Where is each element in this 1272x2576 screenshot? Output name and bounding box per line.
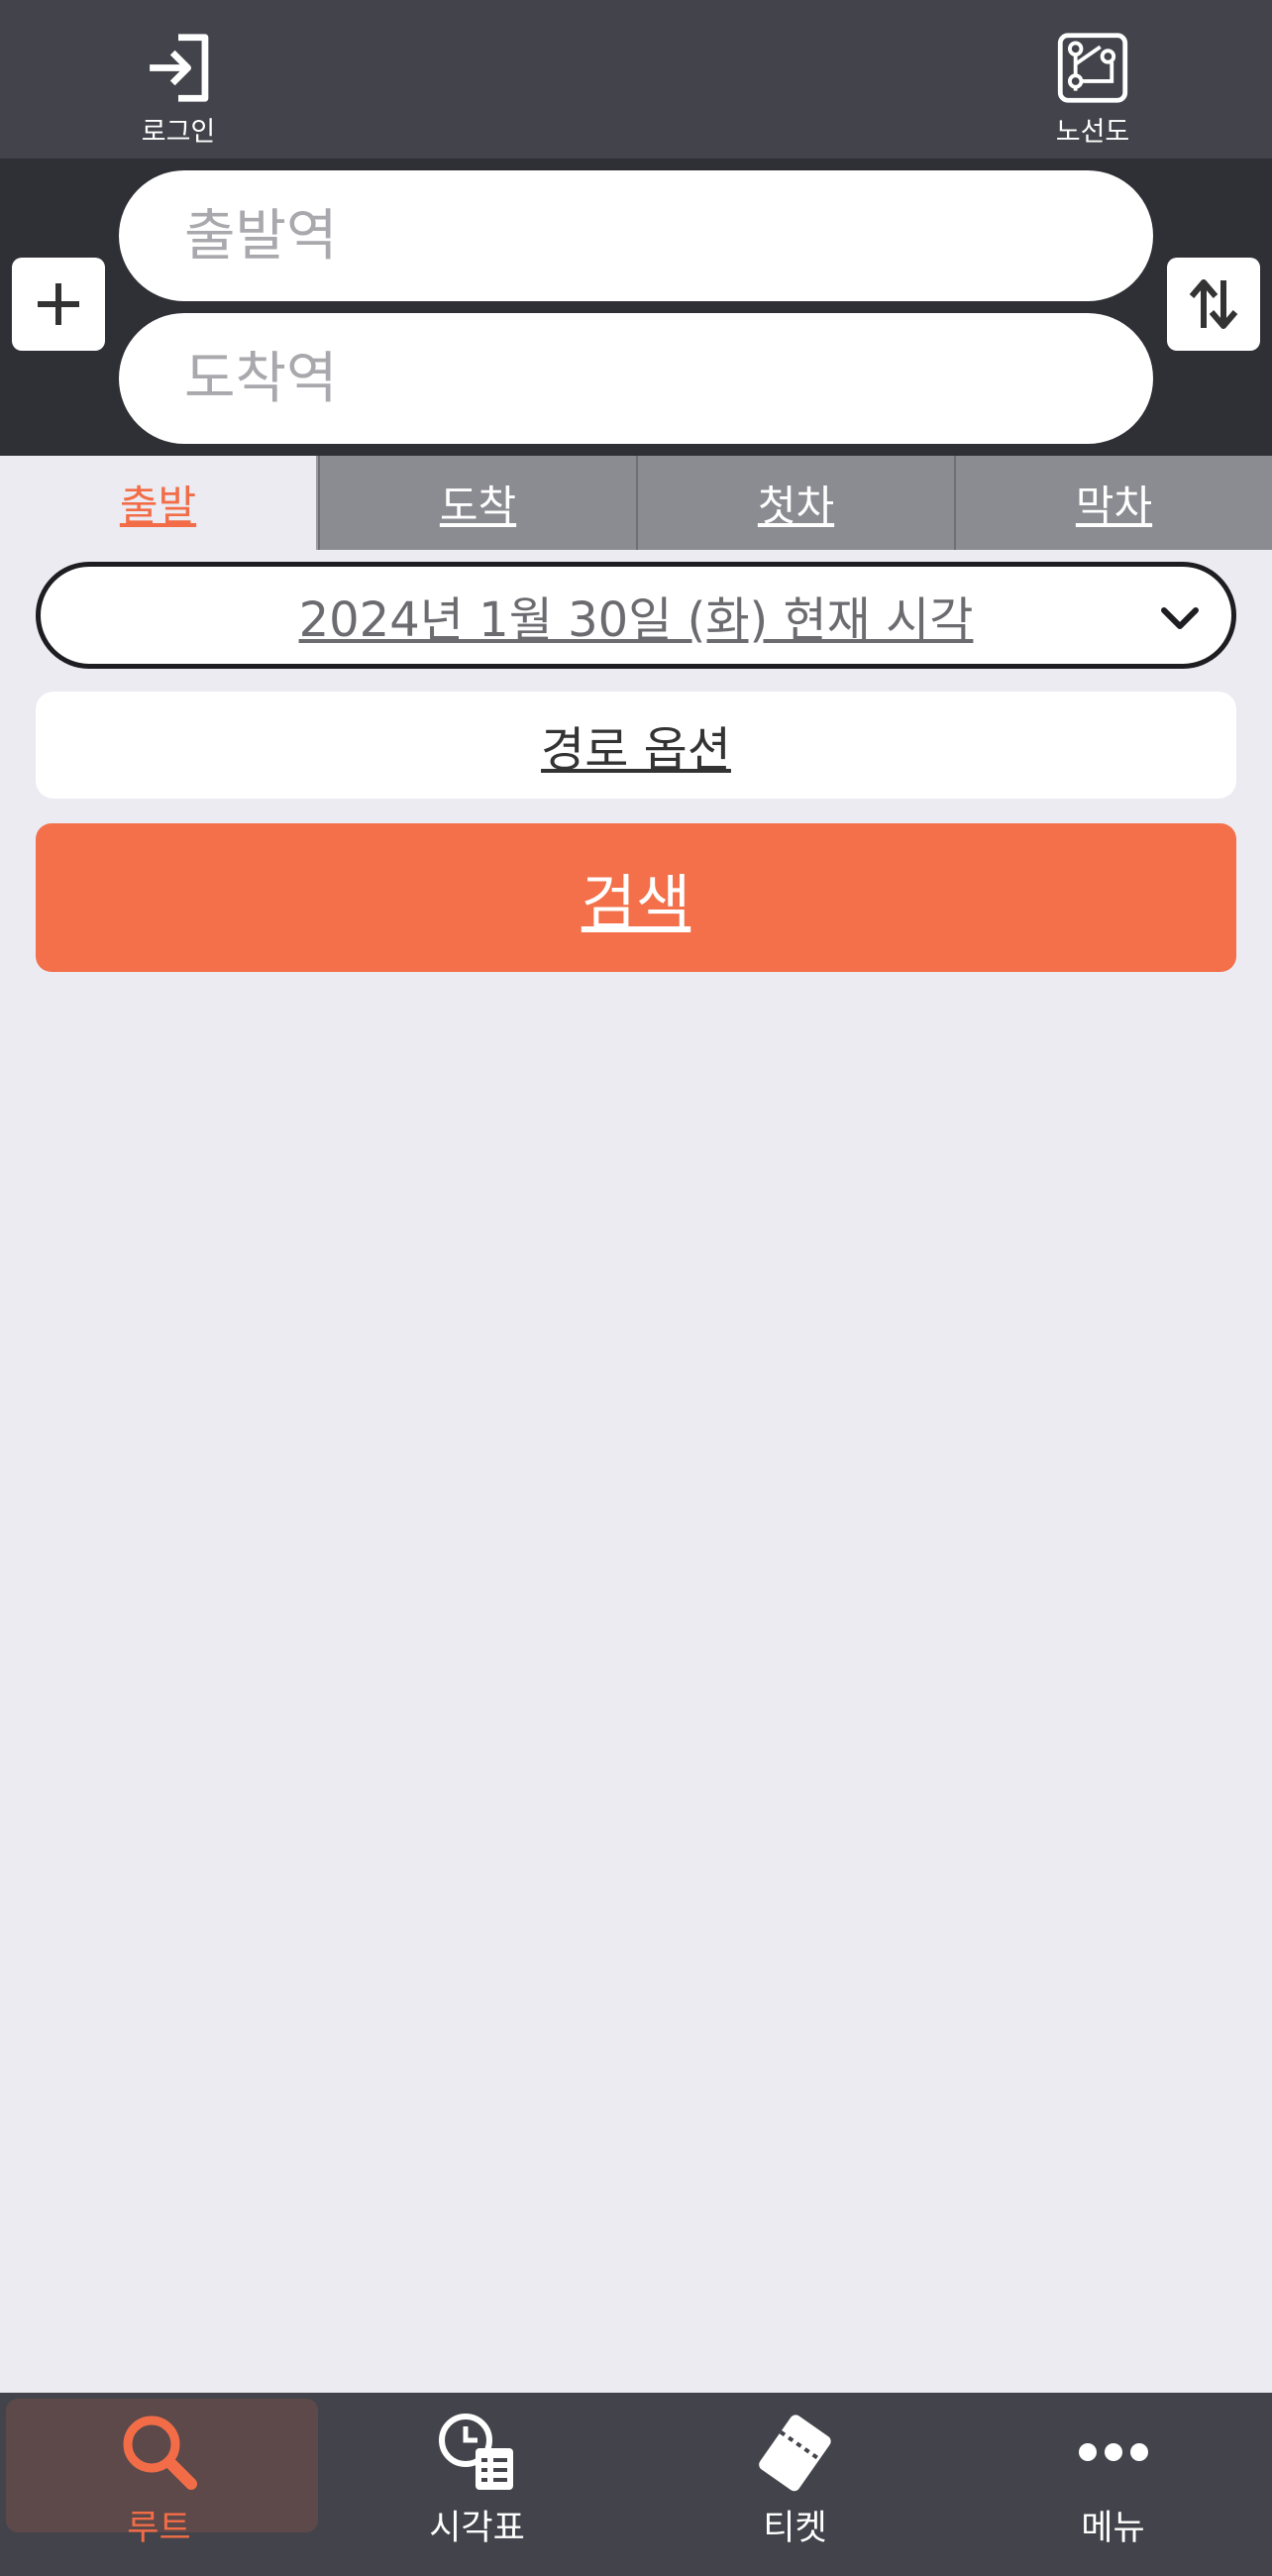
tab-arrival[interactable]: 도착	[318, 456, 636, 550]
tab-departure[interactable]: 출발	[0, 456, 318, 550]
swap-stations-button[interactable]	[1167, 258, 1260, 351]
datetime-label: 2024년 1월 30일 (화) 현재 시각	[298, 592, 974, 648]
search-icon	[123, 2415, 197, 2490]
tab-first-train-label: 첫차	[757, 482, 835, 530]
tab-first-train[interactable]: 첫차	[636, 456, 954, 550]
ticket-icon	[758, 2415, 831, 2492]
plus-icon	[38, 283, 79, 325]
route-options-label: 경로 옵션	[541, 722, 731, 778]
search-button[interactable]: 검색	[36, 823, 1236, 972]
route-map-label: 노선도	[1055, 117, 1130, 148]
more-dots-icon	[1078, 2443, 1148, 2461]
tab-last-train[interactable]: 막차	[954, 456, 1272, 550]
tab-arrival-label: 도착	[439, 482, 517, 530]
search-button-label: 검색	[581, 868, 691, 938]
departure-field[interactable]	[119, 170, 1153, 301]
login-button[interactable]: 로그인	[119, 30, 238, 149]
add-waypoint-button[interactable]	[12, 258, 105, 351]
station-search-panel	[0, 159, 1272, 456]
swap-arrows-icon	[1189, 279, 1238, 329]
chevron-down-icon	[1161, 607, 1199, 629]
login-label: 로그인	[141, 117, 216, 148]
search-mode-tabs: 출발 도착 첫차 막차	[0, 456, 1272, 550]
nav-route-label: 루트	[127, 2509, 191, 2548]
login-arrow-icon	[150, 34, 209, 102]
tab-last-train-label: 막차	[1075, 482, 1153, 530]
datetime-selector[interactable]: 2024년 1월 30일 (화) 현재 시각	[36, 562, 1236, 669]
top-bar: 로그인 노선도	[0, 0, 1272, 159]
arrival-input[interactable]	[182, 345, 1153, 412]
nav-timetable-label: 시각표	[429, 2509, 525, 2548]
tab-departure-label: 출발	[119, 482, 197, 530]
nav-timetable[interactable]: 시각표	[318, 2393, 636, 2576]
nav-ticket[interactable]: 티켓	[636, 2393, 954, 2576]
nav-route[interactable]: 루트	[0, 2393, 318, 2576]
nav-menu[interactable]: 메뉴	[954, 2393, 1272, 2576]
departure-input[interactable]	[182, 202, 1153, 269]
bottom-navigation: 루트 시각표 티켓 메뉴	[0, 2393, 1272, 2576]
nav-menu-label: 메뉴	[1081, 2509, 1145, 2548]
route-options-button[interactable]: 경로 옵션	[36, 692, 1236, 799]
arrival-field[interactable]	[119, 313, 1153, 444]
timetable-icon	[438, 2414, 513, 2490]
route-map-icon	[1057, 33, 1128, 103]
nav-ticket-label: 티켓	[763, 2509, 827, 2548]
route-map-button[interactable]: 노선도	[1033, 30, 1152, 149]
